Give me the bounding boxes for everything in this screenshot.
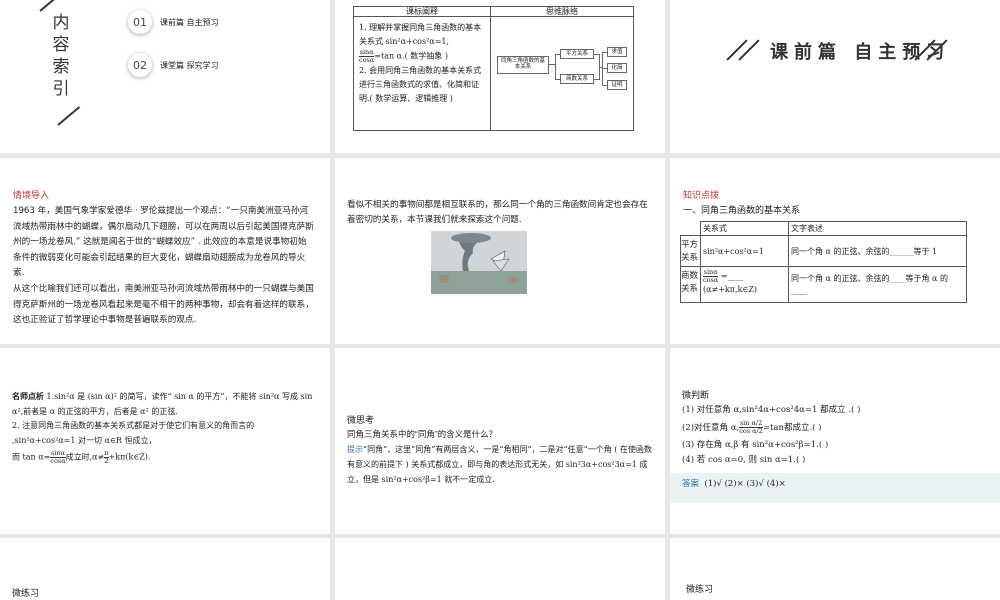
item-number: 01 xyxy=(128,10,152,34)
row-text: 同一个角 α 的正弦、余弦的______等于 1 xyxy=(788,235,967,267)
row-formula: sin²α+cos²α=1 xyxy=(700,235,789,267)
contents-title: 内 容 索 引 xyxy=(52,13,70,99)
mind-map-cell: 同角三角函数的基本关系 平方关系 商数关系 求值 化简 证明 xyxy=(490,16,634,131)
section-heading: 微判断 xyxy=(682,390,710,400)
row-text: 同一个角 α 的正弦、余弦的____等于角 α 的 ____ xyxy=(788,266,967,303)
col-header: 关系式 xyxy=(700,221,789,236)
map-connector xyxy=(555,54,556,79)
col-header: 文字表述 xyxy=(788,221,967,236)
header-right: 思维脉络 xyxy=(490,6,634,17)
analysis-text: 名师点析 1.sin²α 是 (sin α)² 的简写，读作“ sin α 的平… xyxy=(12,392,313,465)
item-label: 课前篇 自主预习 xyxy=(160,17,219,27)
hint-text: 提示“同角”，这里“同角”有两层含义，一是“角相同”，二是对“任意”一个角 ( … xyxy=(347,445,652,484)
slide-curriculum-goals[interactable]: 课标阐释 思维脉络 1. 理解并掌握同角三角函数的基本关系式 sin²α+cos… xyxy=(335,0,665,153)
contents-item-explore[interactable]: 02 课堂篇 探究学习 xyxy=(128,53,219,77)
tornado-butterfly-image xyxy=(431,231,527,294)
map-quotient-relation: 商数关系 xyxy=(560,74,594,84)
section-heading: 知识点拨 xyxy=(683,190,720,200)
section-heading: 微练习 xyxy=(12,588,40,598)
slide-micro-practice-2[interactable]: 微练习 xyxy=(670,538,1000,600)
map-root: 同角三角函数的基本关系 xyxy=(497,56,549,74)
subheading: 一、同角三角函数的基本关系 xyxy=(683,205,801,215)
section-heading: 情境导入 xyxy=(13,190,50,200)
relations-table: 关系式 文字表述 平方关系 sin²α+cos²α=1 同一个角 α 的正弦、余… xyxy=(680,221,967,303)
row-formula: sinα cosα =____ (α≠+kπ,k∈Z) xyxy=(700,266,789,303)
judgment-questions: (1) 对任意角 α,sin²4α+cos²4α=1 都成立 .( ) (2)对… xyxy=(682,405,861,465)
answer-line: 答案 (1)√ (2)× (3)√ (4)× xyxy=(682,478,786,489)
row-name: 平方关系 xyxy=(680,235,701,267)
decor-line xyxy=(39,0,63,12)
decor-slash xyxy=(726,39,748,61)
map-leaf-simplify: 化简 xyxy=(607,63,627,73)
map-leaf-evaluate: 求值 xyxy=(607,47,627,57)
header-left: 课标阐释 xyxy=(353,6,491,17)
slide-knowledge-points[interactable]: 知识点拨 一、同角三角函数的基本关系 关系式 文字表述 平方关系 sin²α+c… xyxy=(670,158,1000,344)
slide-situation-intro[interactable]: 情境导入 1963 年，美国气象学家爱德华 · 罗伦兹提出一个观点：“一只南美洲… xyxy=(0,158,330,344)
hint-label: 提示 xyxy=(347,445,363,454)
slide-blank[interactable] xyxy=(335,538,665,600)
slide-teacher-analysis[interactable]: 名师点析 1.sin²α 是 (sin α)² 的简写，读作“ sin α 的平… xyxy=(0,348,330,534)
decor-line xyxy=(57,106,81,126)
item-number: 02 xyxy=(128,53,152,77)
row-name: 商数关系 xyxy=(680,266,701,303)
answer-panel: 答案 (1)√ (2)× (3)√ (4)× xyxy=(670,473,1000,503)
question-text: 同角三角关系中的“同角”的含义是什么？ xyxy=(347,429,498,439)
map-square-relation: 平方关系 xyxy=(560,49,594,59)
slide-micro-practice[interactable]: 微练习 xyxy=(0,538,330,600)
map-leaf-prove: 证明 xyxy=(607,80,627,90)
intro-text: 1963 年，美国气象学家爱德华 · 罗伦兹提出一个观点：“一只南美洲亚马孙河流… xyxy=(13,206,314,326)
slide-micro-judgment[interactable]: 微判断 (1) 对任意角 α,sin²4α+cos²4α=1 都成立 .( ) … xyxy=(670,348,1000,534)
answer-blank: ______ xyxy=(889,246,914,256)
slide-transition[interactable]: 看似不相关的事物间都是相互联系的，那么同一个角的三角函数间肯定也会存在着密切的关… xyxy=(335,158,665,344)
answer-label: 答案 xyxy=(682,478,700,488)
goals-table: 课标阐释 思维脉络 1. 理解并掌握同角三角函数的基本关系式 sin²α+cos… xyxy=(353,6,634,131)
section-heading: 微思考 xyxy=(347,415,375,425)
slide-contents-index[interactable]: 内 容 索 引 01 课前篇 自主预习 02 课堂篇 探究学习 xyxy=(0,0,330,153)
slide-section-title[interactable]: 课前篇 自主预习 xyxy=(670,0,1000,153)
transition-text: 看似不相关的事物间都是相互联系的，那么同一个角的三角函数间肯定也会存在着密切的关… xyxy=(347,200,648,225)
item-label: 课堂篇 探究学习 xyxy=(160,60,219,70)
answer-blank: ____ xyxy=(889,273,906,283)
section-heading: 微练习 xyxy=(686,584,714,594)
contents-item-preview[interactable]: 01 课前篇 自主预习 xyxy=(128,10,219,34)
slide-micro-thinking[interactable]: 微思考 同角三角关系中的“同角”的含义是什么？ 提示“同角”，这里“同角”有两层… xyxy=(335,348,665,534)
goals-cell: 1. 理解并掌握同角三角函数的基本关系式 sin²α+cos²α=1, sinα… xyxy=(353,16,491,131)
